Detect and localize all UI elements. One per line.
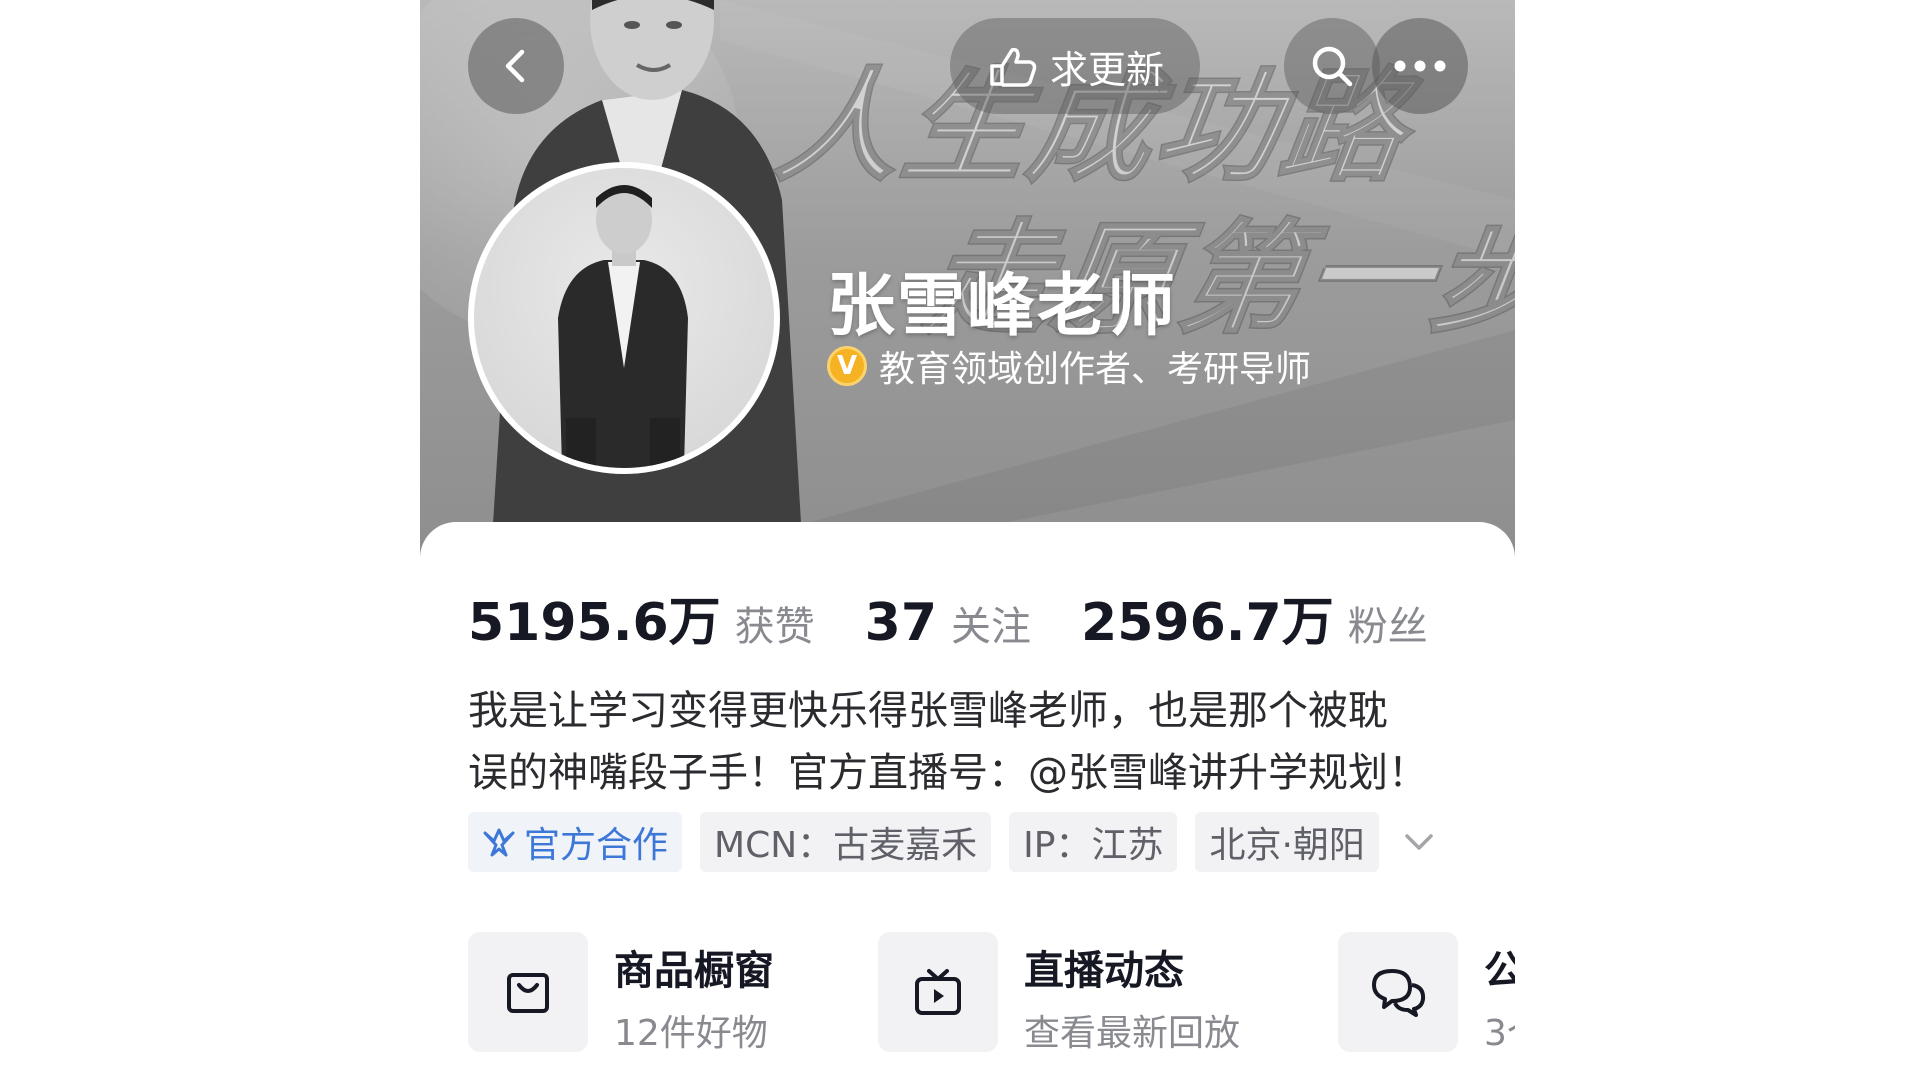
shop-window-icon-box <box>468 932 588 1052</box>
following-label[interactable]: 关注 <box>951 594 1031 652</box>
verification: V 教育领域创作者、考研导师 <box>827 340 1311 392</box>
profile-tags: 官方合作 MCN：古麦嘉禾 IP：江苏 北京·朝阳 <box>468 812 1437 872</box>
star-cooperation-icon <box>483 828 515 857</box>
tv-play-icon <box>915 969 961 1015</box>
official-cooperation-label: 官方合作 <box>524 825 669 866</box>
profile-screen: 人生成功路 走原第一步 求更新 张雪峰老师 V 教育领域创作者、考研导师 519… <box>420 0 1515 1080</box>
back-button[interactable] <box>468 18 564 114</box>
chevron-down-icon[interactable] <box>1401 830 1437 854</box>
request-update-button[interactable]: 求更新 <box>950 18 1200 114</box>
feature-shortcuts: 商品橱窗 12件好物 直播动态 查看最新回放 公 3 <box>468 932 1515 1062</box>
profile-bio: 我是让学习变得更快乐得张雪峰老师，也是那个被耽 误的神嘴段子手！官方直播号：@张… <box>468 680 1468 804</box>
group-chat-subtitle: 3个 <box>1484 1013 1515 1054</box>
mcn-tag[interactable]: MCN：古麦嘉禾 <box>700 812 992 872</box>
avatar[interactable] <box>468 162 780 474</box>
profile-info-card: 5195.6万 获赞 37 关注 2596.7万 粉丝 我是让学习变得更快乐得张… <box>420 522 1515 1080</box>
live-updates-title: 直播动态 <box>1024 948 1184 994</box>
bio-line-1: 我是让学习变得更快乐得张雪峰老师，也是那个被耽 <box>468 688 1388 734</box>
group-chat-icon-box <box>1338 932 1458 1052</box>
ip-tag: IP：江苏 <box>1009 812 1178 872</box>
profile-name: 张雪峰老师 <box>827 267 1178 346</box>
chat-bubbles-icon <box>1372 969 1426 1017</box>
avatar-person-icon <box>558 185 688 468</box>
bio-line-2: 误的神嘴段子手！官方直播号：@张雪峰讲升学规划！ <box>468 750 1428 796</box>
more-icon <box>1394 60 1446 72</box>
likes-count: 5195.6万 <box>468 593 721 653</box>
stats-row: 5195.6万 获赞 37 关注 2596.7万 粉丝 <box>468 580 1478 655</box>
more-button[interactable] <box>1372 18 1468 114</box>
verification-text: 教育领域创作者、考研导师 <box>879 349 1312 390</box>
followers-count[interactable]: 2596.7万 <box>1081 580 1334 655</box>
live-icon-box <box>878 932 998 1052</box>
group-chat-title: 公 <box>1484 948 1515 994</box>
following-count[interactable]: 37 <box>865 593 937 653</box>
verified-badge-icon: V <box>827 346 867 386</box>
likes-label: 获赞 <box>734 604 815 650</box>
hand-icon <box>990 47 1037 87</box>
location-tag: 北京·朝阳 <box>1195 812 1379 872</box>
profile-banner: 人生成功路 走原第一步 求更新 张雪峰老师 V 教育领域创作者、考研导师 <box>420 0 1515 560</box>
shop-window-title: 商品橱窗 <box>614 948 774 994</box>
followers-label[interactable]: 粉丝 <box>1348 594 1428 652</box>
chevron-left-icon <box>505 49 525 83</box>
avatar-image <box>474 168 774 468</box>
search-button[interactable] <box>1284 18 1380 114</box>
shopping-bag-icon <box>507 973 549 1013</box>
search-icon <box>1312 46 1353 87</box>
live-updates-subtitle: 查看最新回放 <box>1024 1013 1241 1054</box>
official-cooperation-tag[interactable]: 官方合作 <box>468 812 683 872</box>
shop-window-subtitle: 12件好物 <box>614 1013 768 1054</box>
request-update-label: 求更新 <box>1049 47 1164 92</box>
